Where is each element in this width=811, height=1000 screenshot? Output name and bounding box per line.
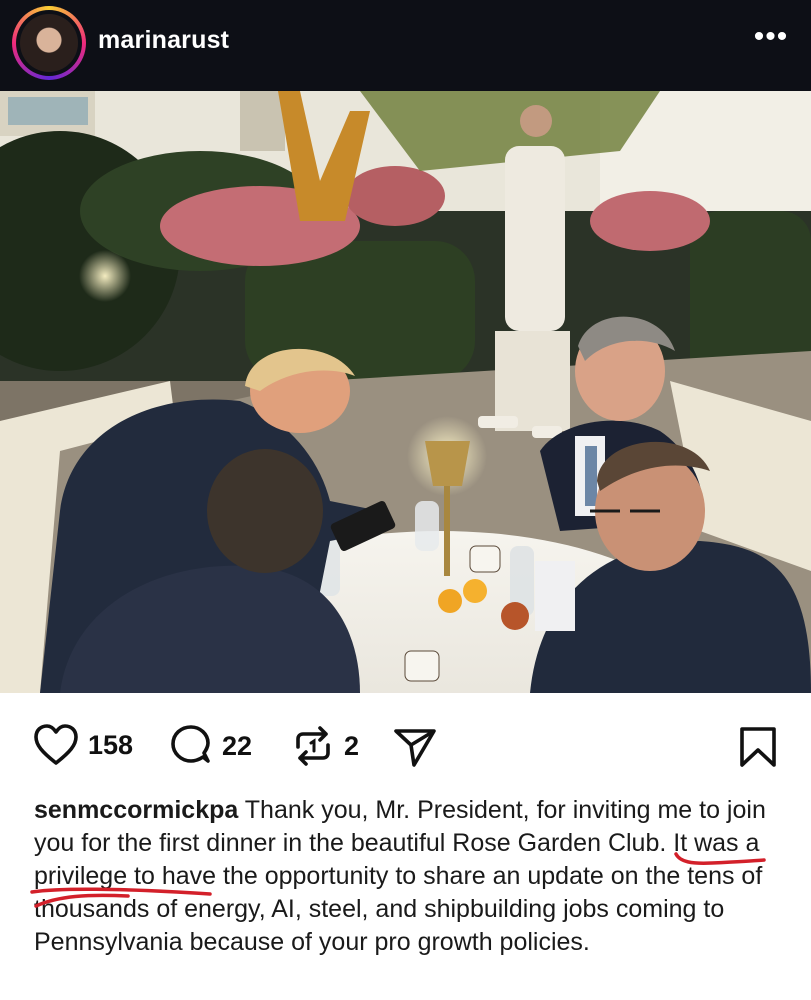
comment-icon: [171, 725, 210, 763]
repost-count: 2: [344, 730, 360, 761]
more-options-button[interactable]: •••: [749, 22, 793, 52]
post-caption: senmccormickpa Thank you, Mr. President,…: [34, 794, 784, 959]
red-underline-annotation: [30, 887, 212, 908]
comment-button[interactable]: 22: [168, 723, 252, 769]
photo-illustration: [0, 91, 811, 693]
avatar-face: [20, 14, 78, 72]
action-bar: 158 22 2: [0, 705, 811, 785]
repost-button[interactable]: 2: [290, 723, 359, 769]
avatar[interactable]: [12, 6, 86, 80]
username[interactable]: marinarust: [98, 26, 229, 55]
like-count: 158: [88, 729, 134, 760]
bookmark-icon: [740, 727, 776, 767]
send-icon: [394, 729, 436, 767]
save-button[interactable]: [738, 725, 778, 769]
post-header: marinarust •••: [0, 0, 811, 91]
post-photo[interactable]: [0, 91, 811, 693]
like-button[interactable]: 158: [32, 723, 133, 767]
avatar-image: [16, 10, 82, 76]
caption-author[interactable]: senmccormickpa: [34, 796, 238, 824]
share-button[interactable]: [392, 725, 438, 769]
repost-icon: [296, 726, 330, 766]
heart-icon: [34, 724, 78, 765]
red-underline-annotation: [674, 852, 766, 865]
comment-count: 22: [222, 730, 253, 761]
